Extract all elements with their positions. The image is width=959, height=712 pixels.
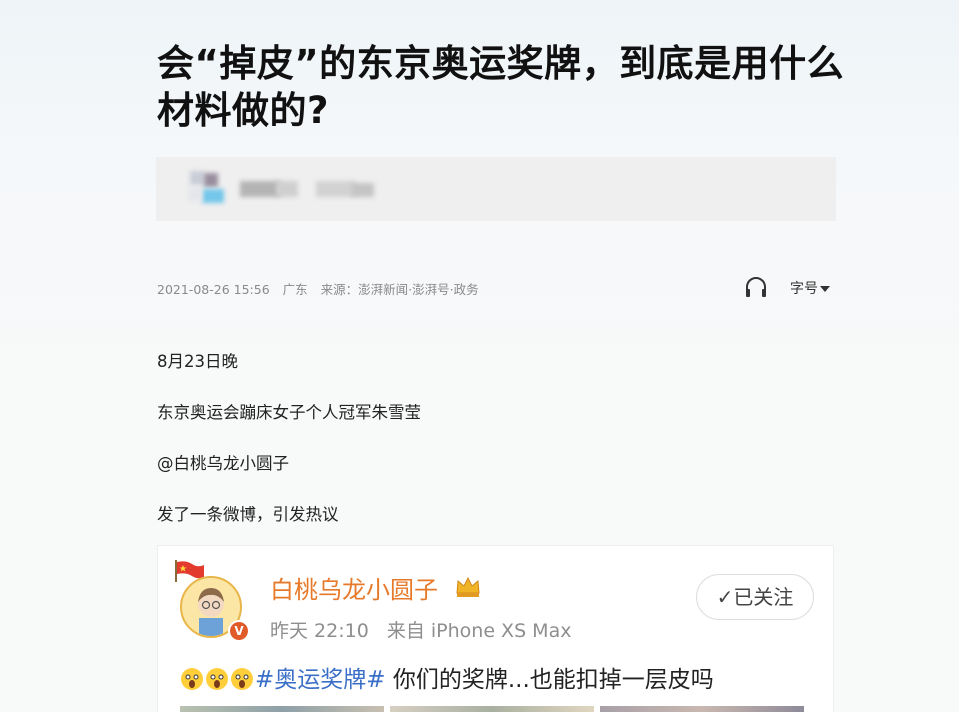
paragraph: 东京奥运会蹦床女子个人冠军朱雪莹 bbox=[157, 403, 421, 422]
publish-datetime: 2021-08-26 15:56 bbox=[157, 282, 270, 297]
author-bar[interactable] bbox=[156, 157, 836, 221]
weibo-username[interactable]: 白桃乌龙小圆子 bbox=[270, 570, 438, 605]
shocked-emoji-icon bbox=[231, 668, 253, 690]
caret-down-icon bbox=[820, 286, 830, 292]
author-avatar[interactable] bbox=[182, 171, 230, 207]
weibo-post-device: 来自 iPhone XS Max bbox=[386, 620, 572, 642]
weibo-topic-link[interactable]: #奥运奖牌# bbox=[255, 667, 386, 693]
publish-location: 广东 bbox=[282, 282, 308, 297]
font-size-toggle[interactable]: 字号 bbox=[790, 278, 830, 298]
weibo-image-strip bbox=[158, 706, 833, 712]
weibo-post-text: #奥运奖牌# 你们的奖牌...也能扣掉一层皮吗 bbox=[180, 660, 714, 694]
article-source: 来源：澎湃新闻·澎湃号·政务 bbox=[320, 282, 479, 297]
crown-icon bbox=[454, 574, 482, 598]
weibo-image[interactable] bbox=[390, 706, 594, 712]
shocked-emoji-icon bbox=[206, 668, 228, 690]
weibo-post-meta: 昨天 22:10 来自 iPhone XS Max bbox=[270, 616, 583, 643]
verified-badge: V bbox=[228, 620, 250, 642]
font-size-label: 字号 bbox=[790, 281, 818, 297]
weibo-post-time: 昨天 22:10 bbox=[270, 620, 369, 642]
headphones-icon[interactable] bbox=[743, 274, 769, 300]
weibo-image[interactable] bbox=[180, 706, 384, 712]
weibo-text-body: 你们的奖牌...也能扣掉一层皮吗 bbox=[385, 667, 714, 693]
article-title: 会“掉皮”的东京奥运奖牌，到底是用什么材料做的? bbox=[157, 42, 845, 132]
article-meta: 2021-08-26 15:56 广东 来源：澎湃新闻·澎湃号·政务 bbox=[157, 279, 488, 298]
paragraph: @白桃乌龙小圆子 bbox=[157, 454, 289, 473]
weibo-screenshot: V 白桃乌龙小圆子 昨天 22:10 来自 iPhone XS Max ✓已关注… bbox=[157, 545, 834, 712]
paragraph: 8月23日晚 bbox=[157, 352, 238, 371]
paragraph: 发了一条微博，引发热议 bbox=[157, 505, 339, 524]
shocked-emoji-icon bbox=[181, 668, 203, 690]
follow-button[interactable]: ✓已关注 bbox=[696, 574, 814, 620]
author-name[interactable] bbox=[240, 179, 374, 199]
weibo-image[interactable] bbox=[600, 706, 804, 712]
